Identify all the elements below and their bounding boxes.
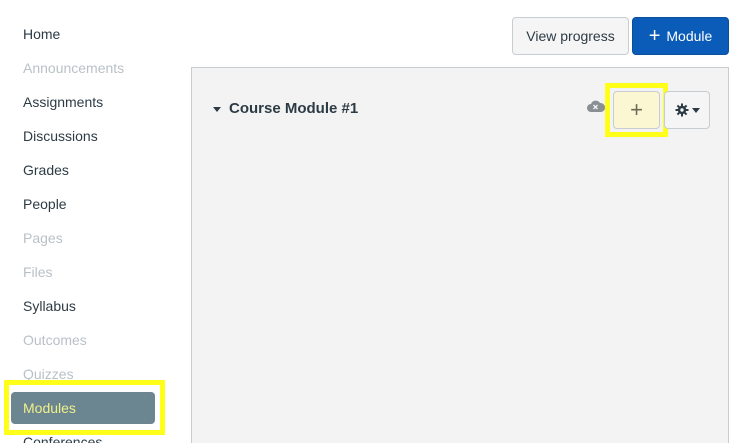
- collapse-caret-icon[interactable]: [213, 107, 221, 112]
- nav-item-announcements[interactable]: Announcements: [23, 56, 124, 80]
- nav-item-files[interactable]: Files: [23, 260, 53, 284]
- plus-icon: +: [648, 25, 661, 47]
- nav-item-outcomes[interactable]: Outcomes: [23, 328, 87, 352]
- add-item-highlight-box: [605, 83, 668, 137]
- nav-item-syllabus[interactable]: Syllabus: [23, 294, 76, 318]
- module-settings-button[interactable]: [664, 91, 710, 129]
- gear-icon: [675, 103, 688, 117]
- add-module-button[interactable]: + Module: [632, 17, 729, 55]
- nav-item-people[interactable]: People: [23, 192, 67, 216]
- nav-item-pages[interactable]: Pages: [23, 226, 63, 250]
- unpublished-cloud-icon[interactable]: [587, 99, 605, 113]
- nav-item-grades[interactable]: Grades: [23, 158, 69, 182]
- modules-highlight-box: [4, 380, 165, 435]
- nav-item-assignments[interactable]: Assignments: [23, 90, 103, 114]
- add-module-label: Module: [666, 28, 713, 44]
- view-progress-button[interactable]: View progress: [512, 17, 629, 55]
- view-progress-label: View progress: [526, 28, 615, 44]
- module-title: Course Module #1: [229, 100, 359, 117]
- chevron-down-icon: [691, 107, 700, 113]
- nav-item-home[interactable]: Home: [23, 22, 60, 46]
- nav-item-discussions[interactable]: Discussions: [23, 124, 98, 148]
- course-navigation: Home Announcements Assignments Discussio…: [0, 0, 180, 443]
